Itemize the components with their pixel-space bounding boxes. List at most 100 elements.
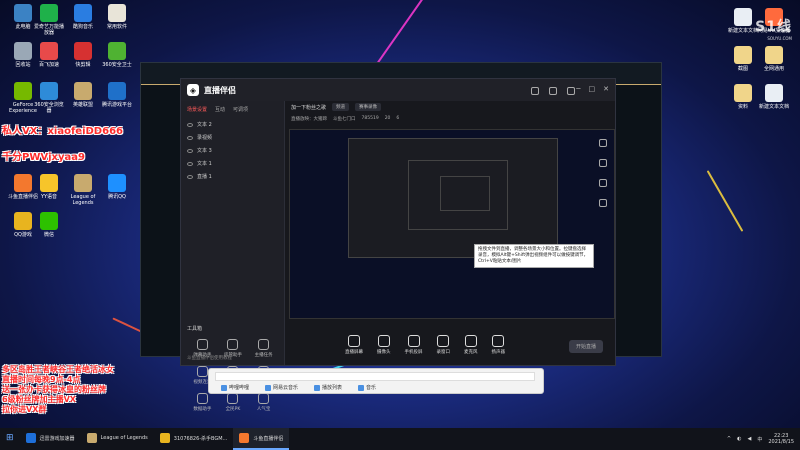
- app-icon: [40, 212, 58, 230]
- source-label: 摄像头: [377, 350, 391, 355]
- app-icon: [14, 42, 32, 60]
- tutorial-link[interactable]: 斗鱼直播伴侣使用教程: [187, 355, 232, 361]
- eye-icon[interactable]: [187, 135, 193, 140]
- overlay-contact-2: 千分PWVjxyaa9: [2, 152, 85, 163]
- shortcut-icon: [221, 384, 227, 391]
- desktop-icon-label: 爱奇艺万能播放器: [33, 24, 64, 36]
- source-label: 手机投屏: [404, 350, 423, 355]
- eye-icon[interactable]: [187, 148, 193, 153]
- list-icon[interactable]: [599, 199, 607, 207]
- eye-icon[interactable]: [187, 161, 193, 166]
- file-icon: [734, 46, 752, 64]
- search-input[interactable]: [215, 372, 535, 381]
- tab-2[interactable]: 可调项: [233, 106, 248, 113]
- volume-icon[interactable]: ◀: [747, 436, 751, 442]
- desktop-icon[interactable]: 酷狗音乐: [66, 4, 100, 30]
- maximize-icon[interactable]: □: [589, 85, 596, 93]
- promo-line: 多区岛胜王者峡谷王者绝活冰女: [2, 365, 114, 374]
- title-pill[interactable]: 赛事录像: [355, 103, 382, 111]
- taskbar-app[interactable]: League of Legends: [81, 428, 154, 450]
- source-button[interactable]: 扬声器: [492, 335, 505, 355]
- stream-title[interactable]: 加一下粉丝之歌: [291, 104, 326, 111]
- desktop-icon-label: 截图: [737, 66, 748, 72]
- tool-item[interactable]: 人气宝: [248, 393, 279, 412]
- desktop-icon-label: 英雄联盟: [72, 102, 93, 108]
- input-language[interactable]: 中: [757, 436, 762, 443]
- desktop-icon[interactable]: 360安全浏览器: [32, 82, 66, 114]
- taskbar-app[interactable]: 斗鱼直播伴侣: [233, 428, 290, 450]
- file-icon: [765, 46, 783, 64]
- title-pill[interactable]: 频道: [332, 103, 350, 111]
- scene-list: 文本 2 录视频文本 3 文本 1 直播 1: [181, 118, 284, 183]
- desktop-icon[interactable]: 英雄联盟: [66, 82, 100, 108]
- live-preview[interactable]: [289, 129, 615, 319]
- desktop-icon-label: 全网通用: [763, 66, 784, 72]
- desktop-icon[interactable]: 360安全卫士: [100, 42, 134, 68]
- source-button[interactable]: 直播屏幕: [345, 335, 363, 355]
- desktop-icon[interactable]: 截图: [726, 46, 760, 72]
- desktop-icon[interactable]: 百飞加速: [32, 42, 66, 68]
- bg-streak: [706, 170, 744, 232]
- eye-icon[interactable]: [187, 122, 193, 127]
- close-icon[interactable]: ✕: [603, 85, 609, 93]
- taskbar-app[interactable]: 迅雷游戏加速器: [20, 428, 81, 450]
- shortcut-icon: [358, 384, 365, 391]
- scene-item[interactable]: 文本 1: [181, 157, 284, 170]
- start-live-button[interactable]: 开始直播: [568, 340, 603, 353]
- taskbar-app-label: League of Legends: [100, 435, 148, 441]
- scene-item[interactable]: 文本 3: [181, 144, 284, 157]
- overlay-contact-1: 私人VX：xiaofeiDD666: [2, 126, 123, 137]
- system-tray: ^ ◐ ◀ 中 22:23 2021/8/15: [727, 428, 794, 450]
- search-shortcut[interactable]: 播放列表: [314, 384, 342, 391]
- avatar-icon[interactable]: [531, 87, 539, 95]
- network-icon[interactable]: ◐: [737, 436, 741, 442]
- source-button[interactable]: 麦克风: [464, 335, 478, 355]
- app-icon: [74, 174, 92, 192]
- source-button[interactable]: 手机投屏: [405, 335, 423, 355]
- desktop-icon[interactable]: 腾讯QQ: [100, 174, 134, 200]
- search-shortcut[interactable]: 哔哩哔哩: [221, 384, 249, 391]
- clock[interactable]: 22:23 2021/8/15: [768, 433, 794, 445]
- desktop-icon[interactable]: 快剪辑: [66, 42, 100, 68]
- search-shortcut[interactable]: 网易云音乐: [265, 384, 298, 391]
- desktop-icon[interactable]: 新建文本文档: [757, 84, 791, 110]
- scene-item[interactable]: 文本 2: [181, 118, 284, 131]
- tab-0[interactable]: 场景设置: [187, 106, 207, 113]
- desktop-icon-label: 360安全卫士: [102, 62, 132, 68]
- scene-label: 录视频: [197, 135, 213, 141]
- tool-item[interactable]: 全民PK: [218, 393, 249, 412]
- chevron-up-icon[interactable]: ^: [727, 436, 731, 442]
- source-icon: [348, 335, 360, 347]
- bg-streak: [376, 0, 424, 65]
- desktop-icon[interactable]: 常用软件: [100, 4, 134, 30]
- promo-line: 直播时间每晚9点-4点: [2, 375, 81, 384]
- source-button[interactable]: 录窗口: [437, 335, 450, 355]
- desktop-icon[interactable]: League of Legends: [66, 174, 100, 206]
- scene-item[interactable]: 直播 1: [181, 170, 284, 183]
- tab-1[interactable]: 互动: [215, 106, 225, 113]
- share-icon[interactable]: [599, 139, 607, 147]
- search-shortcut[interactable]: 音乐: [358, 384, 376, 391]
- settings-icon[interactable]: [567, 87, 575, 95]
- minimize-icon[interactable]: ─: [576, 85, 580, 93]
- desktop-icon[interactable]: 全网通用: [757, 46, 791, 72]
- desktop-icon[interactable]: YY语音: [32, 174, 66, 200]
- desktop-icon-label: 资料: [737, 104, 748, 110]
- douyu-live-companion-window[interactable]: ◈ 直播伴侣 ─ □ ✕ 场景设置 互动 可调项 文本 2 录视频 文本 3 文本 1 直播…: [180, 78, 616, 412]
- desktop-icon[interactable]: 微信: [32, 212, 66, 238]
- desktop-icon-label: 新建文本文档: [758, 104, 789, 110]
- source-button[interactable]: 摄像头: [377, 335, 391, 355]
- tool-item[interactable]: 数据助手: [187, 393, 218, 412]
- eye-icon[interactable]: [187, 174, 193, 179]
- desktop-icon[interactable]: 资料: [726, 84, 760, 110]
- desktop-icon[interactable]: 爱奇艺万能播放器: [32, 4, 66, 36]
- gift-icon[interactable]: [599, 179, 607, 187]
- mail-icon[interactable]: [549, 87, 557, 95]
- taskbar-app[interactable]: 31076826-杀手BGM...: [154, 428, 234, 450]
- desktop-icon[interactable]: 腾讯游戏平台: [100, 82, 134, 108]
- chart-icon[interactable]: [599, 159, 607, 167]
- scene-label: 文本 2: [197, 122, 212, 128]
- scene-item[interactable]: 录视频: [181, 131, 284, 144]
- tool-item[interactable]: 主播任务: [248, 339, 279, 358]
- start-button[interactable]: ⊞: [0, 428, 20, 450]
